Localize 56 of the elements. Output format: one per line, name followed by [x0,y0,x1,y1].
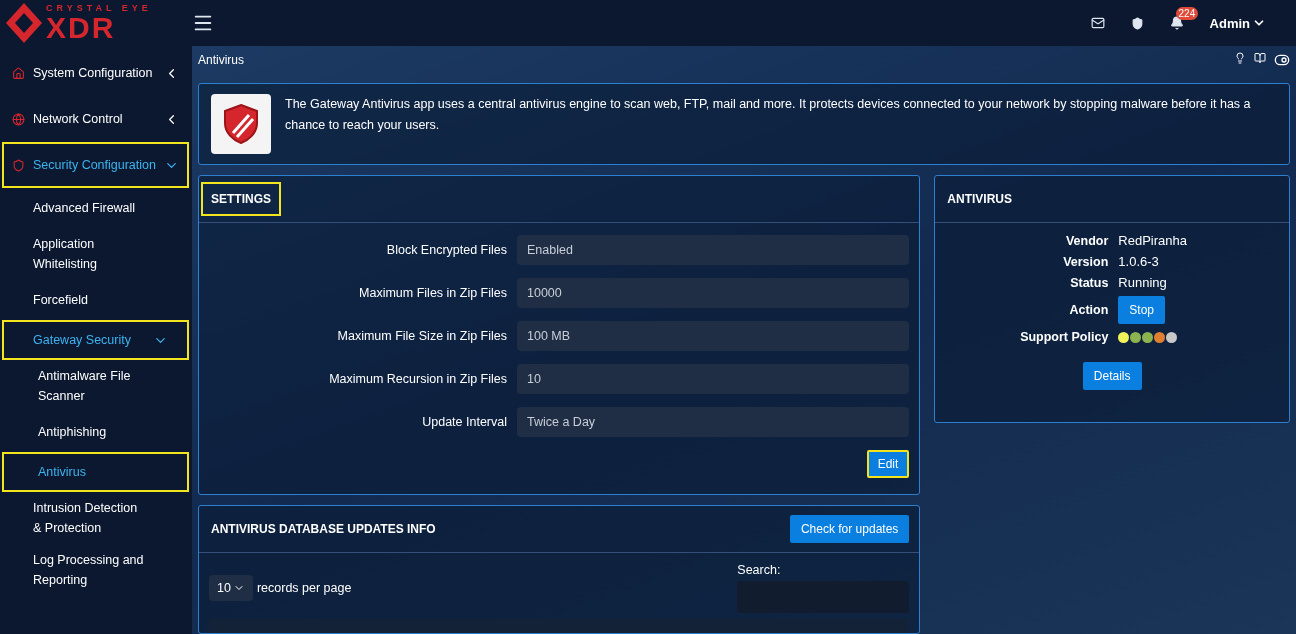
user-menu[interactable]: Admin [1209,15,1266,31]
notifications-icon[interactable] [1169,16,1184,30]
mail-icon[interactable] [1090,16,1105,30]
field-label: Maximum Recursion in Zip Files [328,372,507,386]
shield-icon[interactable] [1130,16,1144,30]
stop-button[interactable]: Stop [1118,296,1165,324]
nav-icon [12,66,25,80]
sidebar-item[interactable]: Security Configuration [2,142,189,188]
sidebar-item[interactable]: System Configuration [2,50,189,96]
sidebar-item[interactable]: Antimalware File Scanner [2,360,189,412]
field-label: Block Encrypted Files [385,243,507,257]
sidebar-item[interactable]: Gateway Security [2,320,189,360]
input-field[interactable]: 100 MB [517,321,910,351]
nav-icon [12,112,25,126]
field-label: Maximum File Size in Zip Files [336,329,507,343]
info-label: Status [1069,275,1109,290]
field-label: Maximum Files in Zip Files [358,286,507,300]
sidebar-item[interactable]: Intrusion Detection & Protection [2,492,189,544]
info-label: Support Policy [1019,330,1109,344]
logo-text: XDR [46,12,117,43]
edit-button[interactable]: Edit [866,450,910,478]
sidebar-item[interactable]: Log Processing and Reporting [2,544,189,596]
panel-title: SETTINGS [201,182,281,216]
intro-text: The Gateway Antivirus app uses a central antivirus engine to scan web, FTP, mail and more. It protects devices connected to your network by stopping malware before it has a chance to reach your users. [285,96,1252,134]
panel-title: ANTIVIRUS [946,191,1013,208]
info-value: RedPiranha [1118,233,1188,248]
nav-icon [12,158,25,172]
info-value: Running [1118,275,1168,290]
panel-title: ANTIVIRUS DATABASE UPDATES INFO [210,521,437,538]
logo-tagline: CRYSTAL EYE [46,3,152,13]
input-field[interactable]: Twice a Day [517,407,910,437]
book-icon[interactable] [1254,51,1266,64]
sidebar-item[interactable]: Advanced Firewall [2,188,189,228]
sidebar-item[interactable]: Network Control [2,96,189,142]
check-updates-button[interactable]: Check for updates [789,515,910,543]
field-label: Update Interval [421,415,507,429]
records-label: records per page [256,581,352,595]
info-label: Vendor [1064,233,1109,248]
sidebar-item[interactable]: Application Whitelisting [2,228,189,280]
page-title: Antivirus [198,52,244,67]
details-button[interactable]: Details [1082,362,1142,390]
input-field[interactable]: 10000 [517,278,910,308]
info-label: Action [1068,303,1109,317]
page-size-select[interactable]: 10 [209,575,253,601]
sidebar-item[interactable]: Antivirus [2,452,189,492]
input-field[interactable]: 10 [517,364,910,394]
sidebar-item[interactable]: Antiphishing [2,412,189,452]
notification-count: 224 [1175,7,1199,20]
app-icon [211,94,271,154]
info-value: 1.0.6-3 [1118,254,1160,269]
input-field[interactable]: Enabled [517,235,910,265]
sidebar-item[interactable]: Forcefield [2,280,189,320]
lightbulb-icon[interactable] [1234,51,1246,64]
logo-icon [6,3,42,43]
info-label: Version [1062,254,1109,269]
search-label: Search: [737,563,782,577]
